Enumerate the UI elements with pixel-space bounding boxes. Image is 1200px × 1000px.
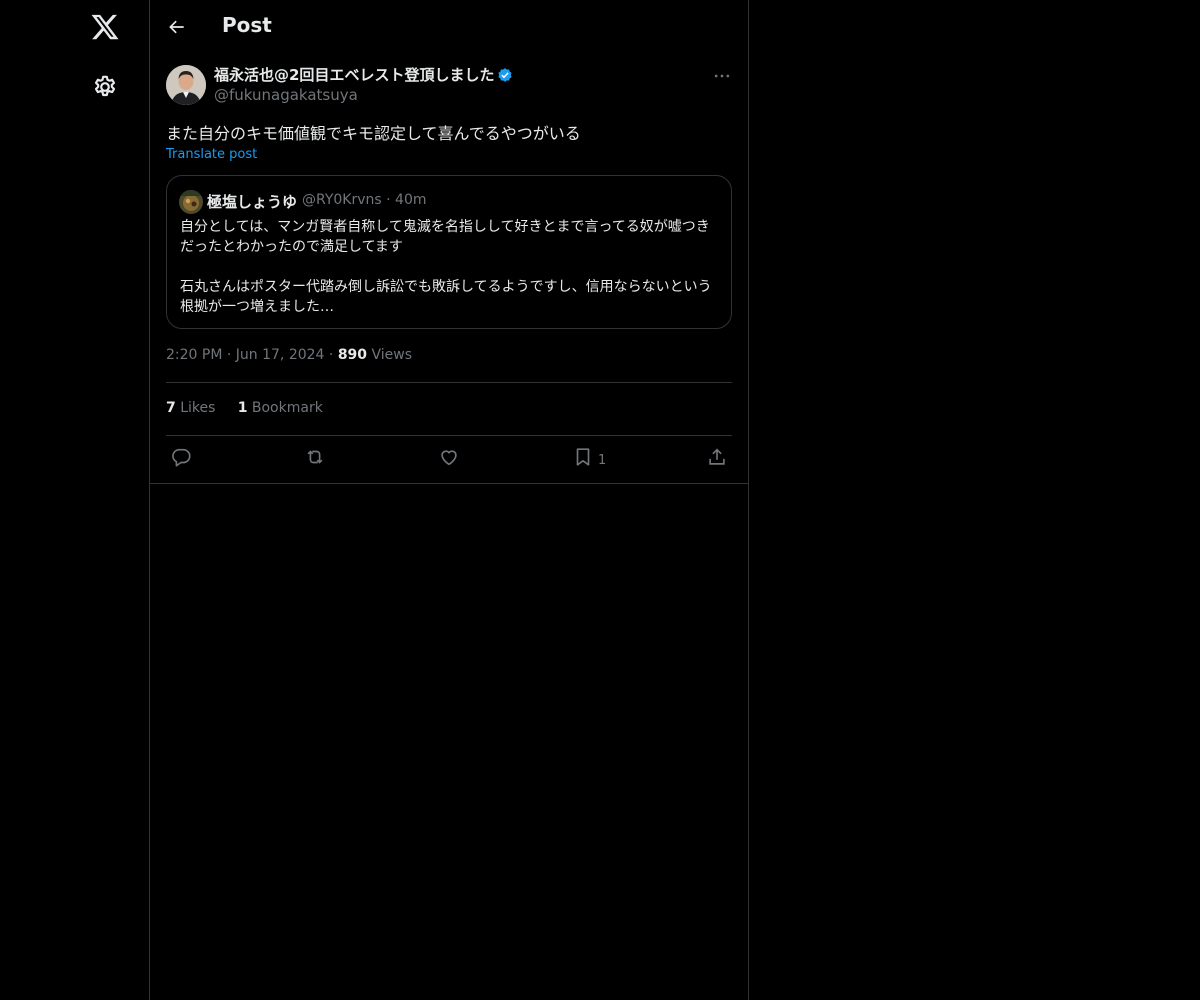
likes-label: Likes [180,400,216,416]
avatar[interactable] [166,65,206,105]
quote-author-name: 極塩しょうゆ [207,193,298,211]
left-navigation [0,0,150,1000]
page-title: Post [222,13,272,37]
author-handle[interactable]: @fukunagakatsuya [214,86,358,104]
post-date[interactable]: Jun 17, 2024 [236,347,325,363]
quote-paragraph-2: 石丸さんはポスター代踏み倒し訴訟でも敗訴してるようですし、信用ならないという根拠… [180,279,712,315]
gear-icon[interactable] [92,74,118,100]
translate-post-link[interactable]: Translate post [166,147,257,162]
reply-icon[interactable] [170,446,192,468]
likes-link[interactable]: 7 Likes [166,400,215,416]
quote-meta: @RY0Krvns · 40m [302,192,427,208]
page-header: Post [150,0,748,53]
author-name[interactable]: 福永活也@2回目エベレスト登頂しました [214,64,494,85]
share-icon[interactable] [706,446,728,468]
divider [166,435,732,436]
quote-avatar [179,190,203,214]
bookmarks-label: Bookmark [251,400,323,416]
heart-icon[interactable] [438,446,460,468]
divider [166,382,732,383]
quoted-post[interactable]: 極塩しょうゆ @RY0Krvns · 40m 自分としては、マンガ賢者自称して鬼… [166,175,732,329]
quote-paragraph-1: 自分としては、マンガ賢者自称して鬼滅を名指しして好きとまで言ってる奴が嘘つきだっ… [180,219,710,255]
post-text: また自分のキモ価値観でキモ認定して喜んでるやつがいる [166,124,581,143]
main-column: Post 福永活也@2回目エベレスト登頂しました @fukunagakatsuy… [149,0,749,1000]
divider [150,483,748,484]
back-arrow-icon[interactable] [167,17,187,37]
avatar-image [166,65,206,105]
views-label: Views [371,347,413,363]
bookmark-icon[interactable] [572,446,594,468]
bookmarks-link[interactable]: 1 Bookmark [238,400,323,416]
repost-icon[interactable] [304,446,326,468]
engagement-counts: 7 Likes 1 Bookmark [166,400,323,416]
quote-text: 自分としては、マンガ賢者自称して鬼滅を名指しして好きとまで言ってる奴が嘘つきだっ… [180,217,720,317]
verified-badge-icon [498,68,512,82]
views-count: 890 [337,347,368,363]
action-bar: 1 [150,446,748,472]
bookmarks-count: 1 [237,400,248,416]
bookmark-action-count: 1 [598,453,607,468]
likes-count: 7 [166,400,176,416]
quote-author-handle: @RY0Krvns [302,192,382,208]
post-meta: 2:20 PM · Jun 17, 2024 · 890 Views [166,347,413,363]
quote-age: 40m [395,192,427,208]
more-icon[interactable] [712,66,732,86]
quote-avatar-image [179,190,203,214]
x-logo-icon[interactable] [90,12,120,42]
post-time[interactable]: 2:20 PM [166,347,222,363]
